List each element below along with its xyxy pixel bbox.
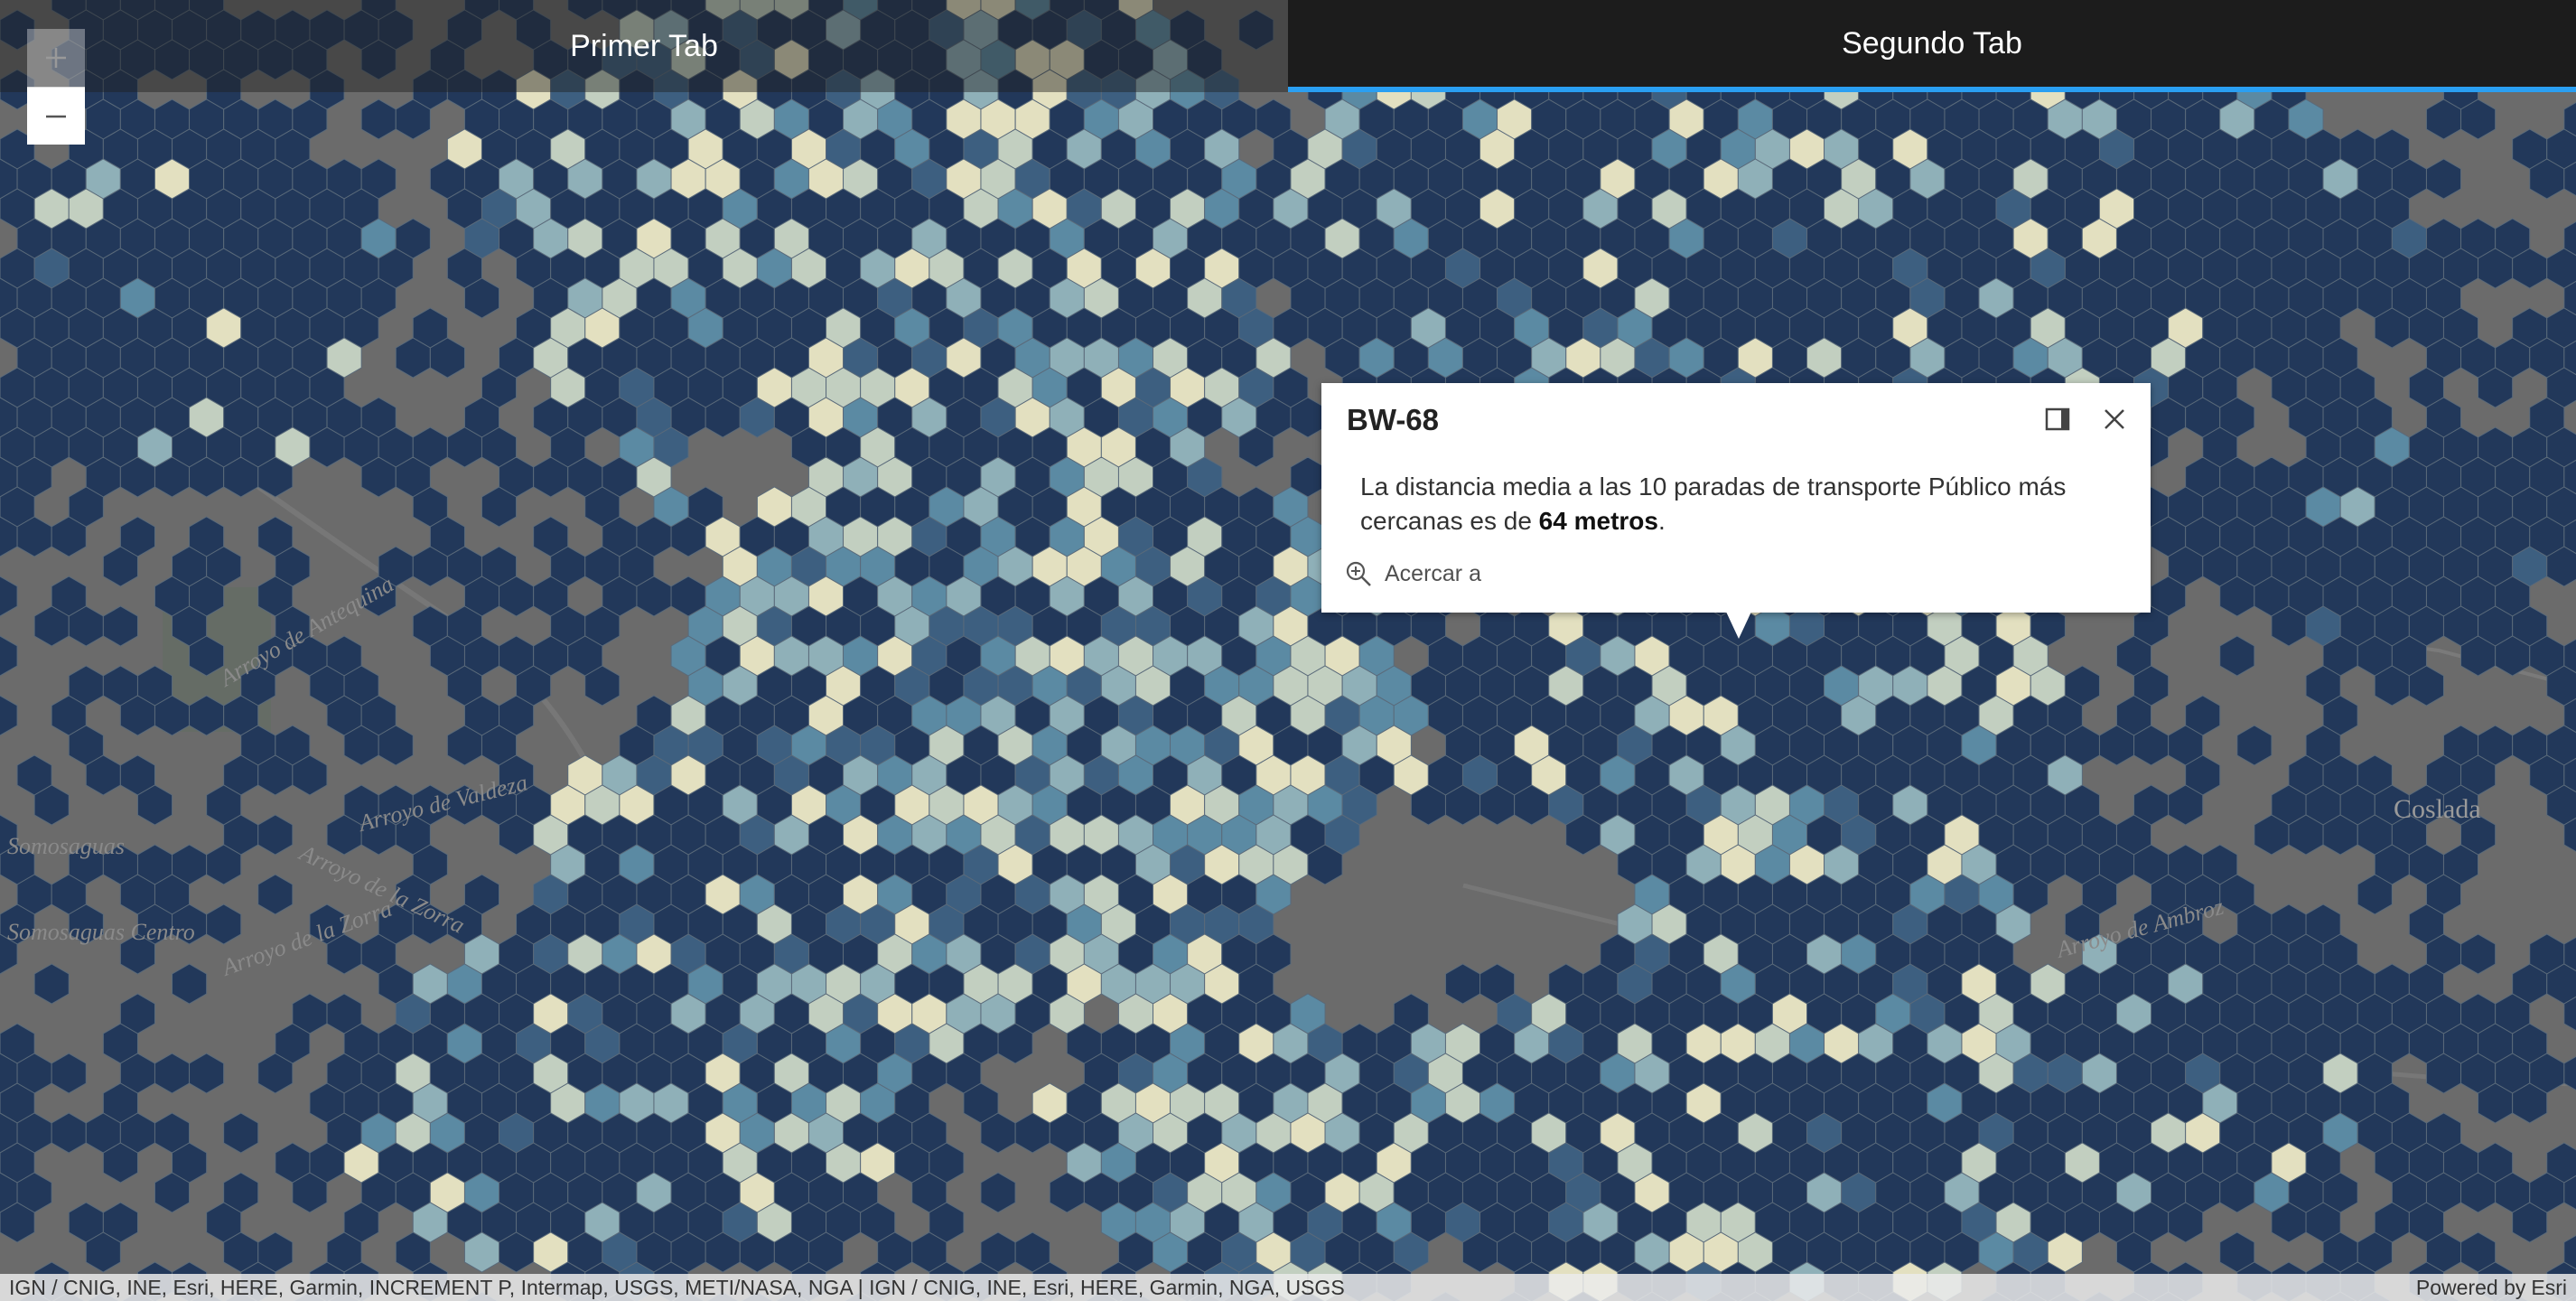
zoom-to-action[interactable]: Acercar a [1345,560,1481,587]
tab-label: Segundo Tab [1842,25,2022,61]
tab-label: Primer Tab [570,28,718,63]
tab-segundo[interactable]: Segundo Tab [1288,0,2576,92]
dock-icon [2045,407,2070,431]
feature-popup: BW-68 La distancia media a las 10 parada… [1321,383,2151,613]
minus-icon [46,115,66,117]
map-label: Somosaguas [7,833,125,859]
powered-by-label: Powered by [2415,1275,2526,1299]
popup-title: BW-68 [1347,403,1440,436]
zoom-in-magnifier-icon [1346,561,1371,586]
tab-primer[interactable]: Primer Tab [0,0,1288,92]
zoom-control [27,29,85,145]
plus-icon [46,48,66,68]
close-button[interactable] [2096,401,2133,437]
popup-text: La distancia media a las 10 paradas de t… [1360,473,2067,535]
tab-bar: Primer Tab Segundo Tab [0,0,2576,92]
popup-content: La distancia media a las 10 paradas de t… [1360,470,2110,538]
zoom-to-label: Acercar a [1385,560,1481,586]
popup-suffix: . [1657,507,1666,535]
dock-button[interactable] [2039,401,2076,437]
zoom-in-button[interactable] [27,29,85,87]
map-label: Coslada [2394,794,2481,824]
zoom-out-button[interactable] [27,87,85,145]
popup-pointer [1726,612,1751,639]
close-icon [2105,409,2124,429]
attribution-text: IGN / CNIG, INE, Esri, HERE, Garmin, INC… [9,1275,1345,1299]
powered-by: Powered by Esri [2416,1276,2567,1300]
map-view[interactable]: Arroyo de Antequina Arroyo de Valdeza Ar… [0,0,2576,1301]
popup-value: 64 metros [1538,507,1658,535]
esri-link[interactable]: Esri [2531,1276,2567,1300]
map-label: Somosaguas Centro [7,919,195,945]
attribution-bar: IGN / CNIG, INE, Esri, HERE, Garmin, INC… [0,1274,2576,1301]
